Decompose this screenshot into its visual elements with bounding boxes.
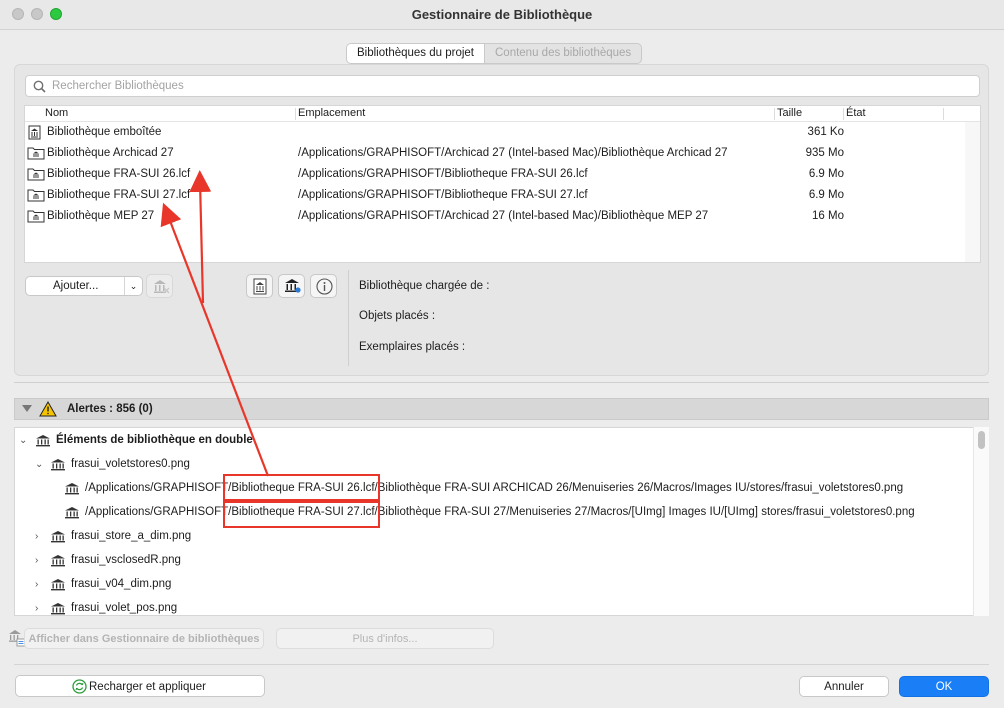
tree-scrollbar[interactable]: [973, 427, 989, 616]
column-size[interactable]: Taille: [777, 107, 802, 119]
reload-icon: [72, 679, 87, 694]
tree-item-label: /Applications/GRAPHISOFT/Bibliotheque FR…: [85, 482, 904, 494]
loaded-from-label: Bibliothèque chargée de :: [359, 280, 490, 292]
cancel-button[interactable]: Annuler: [799, 676, 889, 697]
library-name: Bibliothèque MEP 27: [47, 210, 155, 222]
column-state[interactable]: État: [846, 107, 866, 119]
panel-splitter[interactable]: [14, 382, 989, 383]
table-row[interactable]: Bibliothèque Archicad 27 /Applications/G…: [25, 143, 965, 164]
chevron-right-icon[interactable]: ›: [35, 555, 38, 566]
reload-apply-label: Recharger et appliquer: [89, 681, 206, 693]
show-in-manager-button[interactable]: Afficher dans Gestionnaire de bibliothèq…: [24, 628, 264, 649]
embedded-library-icon: [27, 125, 43, 143]
library-icon: [36, 435, 50, 447]
add-library-label: Ajouter...: [53, 280, 99, 292]
table-row[interactable]: Bibliothèque emboîtée 361 Ko: [25, 122, 965, 143]
table-scrollbar[interactable]: [965, 105, 981, 263]
chevron-right-icon[interactable]: ›: [35, 603, 38, 614]
bottom-divider: [14, 664, 989, 665]
search-icon: [33, 80, 46, 93]
library-name: Bibliotheque FRA-SUI 27.lcf: [47, 189, 191, 201]
embedded-library-icon: [253, 278, 267, 295]
library-icon: [51, 531, 65, 543]
library-icon: [65, 483, 79, 495]
library-name: Bibliotheque FRA-SUI 26.lcf: [47, 168, 191, 180]
tree-item-label: frasui_volet_pos.png: [71, 602, 178, 614]
alerts-tree: ⌄ Éléments de bibliothèque en double ⌄ f…: [14, 427, 989, 616]
placed-instances-label: Exemplaires placés :: [359, 341, 466, 353]
tree-item-label: frasui_store_a_dim.png: [71, 530, 192, 542]
library-icon: [51, 579, 65, 591]
library-size: 935 Mo: [805, 147, 844, 159]
chevron-right-icon[interactable]: ›: [35, 579, 38, 590]
library-settings-button[interactable]: [278, 274, 305, 298]
chevron-down-icon: ⌄: [124, 277, 142, 295]
table-row[interactable]: Bibliotheque FRA-SUI 26.lcf /Application…: [25, 164, 965, 185]
folder-library-icon: [27, 146, 45, 163]
chevron-down-icon[interactable]: ⌄: [35, 459, 43, 470]
disclosure-triangle-icon[interactable]: [22, 405, 32, 412]
library-icon: [65, 507, 79, 519]
libraries-table: Nom Emplacement Taille État Bibliothèque…: [24, 105, 966, 263]
library-settings-icon: [285, 279, 301, 293]
column-name[interactable]: Nom: [45, 107, 68, 119]
library-location: /Applications/GRAPHISOFT/Archicad 27 (In…: [298, 147, 728, 159]
remove-library-icon: [154, 280, 170, 294]
library-icon: [51, 555, 65, 567]
library-size: 16 Mo: [812, 210, 844, 222]
window-title: Gestionnaire de Bibliothèque: [411, 7, 593, 22]
library-name: Bibliothèque Archicad 27: [47, 147, 174, 159]
library-location: /Applications/GRAPHISOFT/Bibliotheque FR…: [298, 189, 588, 201]
folder-library-icon: [27, 209, 45, 226]
more-info-button[interactable]: Plus d'infos...: [276, 628, 494, 649]
tree-item-label: frasui_vsclosedR.png: [71, 554, 181, 566]
column-location[interactable]: Emplacement: [298, 107, 365, 119]
warning-icon: [39, 401, 57, 417]
reload-apply-button[interactable]: Recharger et appliquer: [15, 675, 265, 697]
ok-button[interactable]: OK: [899, 676, 989, 697]
library-location: /Applications/GRAPHISOFT/Bibliotheque FR…: [298, 168, 588, 180]
add-library-dropdown[interactable]: Ajouter... ⌄: [25, 276, 143, 296]
chevron-down-icon[interactable]: ⌄: [19, 435, 27, 446]
table-row[interactable]: Bibliotheque FRA-SUI 27.lcf /Application…: [25, 185, 965, 206]
tab-library-contents[interactable]: Contenu des bibliothèques: [485, 44, 641, 63]
info-button[interactable]: [310, 274, 337, 298]
remove-library-button[interactable]: [146, 274, 173, 298]
table-header: Nom Emplacement Taille État: [25, 106, 965, 122]
library-tabs: Bibliothèques du projet Contenu des bibl…: [346, 43, 643, 64]
search-placeholder: Rechercher Bibliothèques: [52, 80, 184, 92]
search-field[interactable]: Rechercher Bibliothèques: [25, 75, 980, 97]
tree-item-label: frasui_voletstores0.png: [71, 458, 190, 470]
tree-item-label: Éléments de bibliothèque en double: [56, 434, 253, 446]
folder-library-icon: [27, 167, 45, 184]
library-icon: [51, 603, 65, 615]
library-size: 6.9 Mo: [808, 168, 844, 180]
library-size: 6.9 Mo: [808, 189, 844, 201]
table-row[interactable]: Bibliothèque MEP 27 /Applications/GRAPHI…: [25, 206, 965, 227]
alerts-count-label: Alertes : 856 (0): [67, 403, 153, 415]
library-size: 361 Ko: [807, 126, 844, 138]
tree-item-label: frasui_v04_dim.png: [71, 578, 172, 590]
placed-objects-label: Objets placés :: [359, 310, 436, 322]
tree-item-label: /Applications/GRAPHISOFT/Bibliotheque FR…: [85, 506, 915, 518]
library-name: Bibliothèque emboîtée: [47, 126, 162, 138]
panel-divider: [348, 270, 349, 366]
folder-library-icon: [27, 188, 45, 205]
library-location: /Applications/GRAPHISOFT/Archicad 27 (In…: [298, 210, 709, 222]
embed-library-button[interactable]: [246, 274, 273, 298]
tab-project-libraries[interactable]: Bibliothèques du projet: [347, 44, 485, 63]
library-icon: [51, 459, 65, 471]
annotation-highlight-box: [223, 474, 380, 501]
alerts-bar[interactable]: Alertes : 856 (0): [14, 398, 989, 420]
annotation-highlight-box: [223, 501, 380, 528]
info-icon: [316, 278, 333, 295]
chevron-right-icon[interactable]: ›: [35, 531, 38, 542]
